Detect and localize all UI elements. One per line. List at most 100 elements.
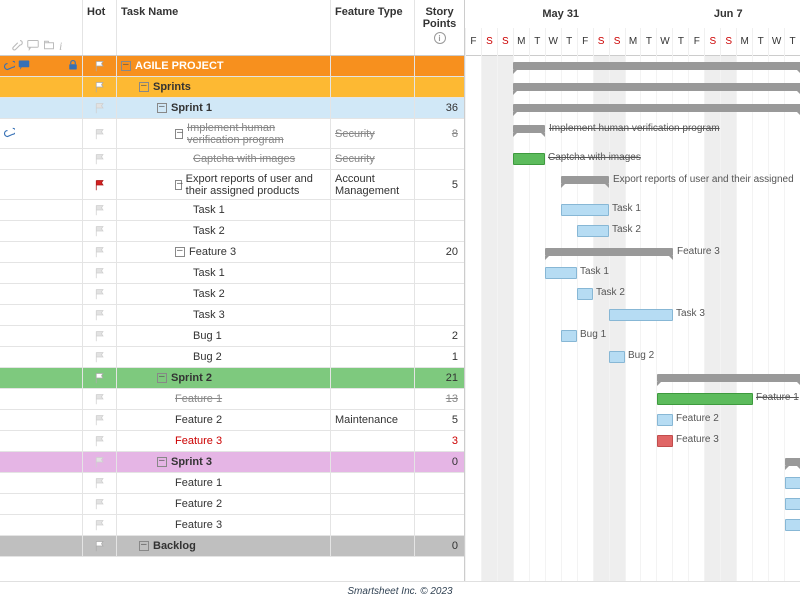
story-points-cell[interactable] <box>414 77 464 97</box>
feature-type-cell[interactable] <box>330 389 414 409</box>
hot-flag[interactable] <box>82 473 116 493</box>
timeline-row[interactable]: Feature 1 <box>465 389 800 410</box>
hot-flag[interactable] <box>82 284 116 304</box>
feature-type-cell[interactable]: Security <box>330 119 414 148</box>
task-name-cell[interactable]: Feature 3 <box>116 242 330 262</box>
hot-flag[interactable] <box>82 389 116 409</box>
timeline-row[interactable]: Feature 3 <box>465 242 800 263</box>
row-sp1[interactable]: Sprint 136 <box>0 98 464 119</box>
feature-type-cell[interactable] <box>330 77 414 97</box>
hot-flag[interactable] <box>82 410 116 430</box>
task-name-cell[interactable]: Backlog <box>116 536 330 556</box>
story-points-cell[interactable]: 3 <box>414 431 464 451</box>
row-r7[interactable]: Task 1 <box>0 263 464 284</box>
story-points-cell[interactable]: 0 <box>414 536 464 556</box>
gantt-bar[interactable]: Task 1 <box>561 204 609 216</box>
hot-flag[interactable] <box>82 263 116 283</box>
gantt-bar[interactable]: Export reports of user and their assigne… <box>561 176 609 184</box>
timeline-row[interactable]: Task 3 <box>465 305 800 326</box>
feature-type-cell[interactable] <box>330 536 414 556</box>
hot-flag[interactable] <box>82 326 116 346</box>
hot-flag[interactable] <box>82 494 116 514</box>
story-points-cell[interactable] <box>414 305 464 325</box>
collapse-toggle[interactable] <box>139 82 149 92</box>
gantt-bar[interactable]: Implement human verification program <box>513 125 545 133</box>
timeline-body[interactable]: Sprint 1 Implement human verification pro… <box>465 56 800 581</box>
hot-flag[interactable] <box>82 221 116 241</box>
timeline-row[interactable] <box>465 536 800 557</box>
task-name-cell[interactable]: Sprint 3 <box>116 452 330 472</box>
hot-flag[interactable] <box>82 119 116 148</box>
timeline-row[interactable] <box>465 494 800 515</box>
gantt-bar[interactable]: Sprint 1 <box>513 104 800 112</box>
feature-type-cell[interactable]: Security <box>330 149 414 169</box>
hot-flag[interactable] <box>82 368 116 388</box>
hot-flag[interactable] <box>82 431 116 451</box>
timeline-row[interactable]: Export reports of user and their assigne… <box>465 170 800 200</box>
timeline-row[interactable]: Bug 2 <box>465 347 800 368</box>
task-name-cell[interactable]: Bug 1 <box>116 326 330 346</box>
row-r2[interactable]: Captcha with imagesSecurity <box>0 149 464 170</box>
row-r16[interactable]: Feature 2 <box>0 494 464 515</box>
story-points-cell[interactable] <box>414 56 464 76</box>
hot-flag[interactable] <box>82 98 116 118</box>
hot-flag[interactable] <box>82 305 116 325</box>
feature-type-cell[interactable] <box>330 473 414 493</box>
gantt-bar[interactable]: Task 2 <box>577 225 609 237</box>
timeline-row[interactable]: Captcha with images <box>465 149 800 170</box>
row-sprints[interactable]: Sprints <box>0 77 464 98</box>
lock-icon[interactable] <box>67 59 79 74</box>
collapse-toggle[interactable] <box>175 180 182 190</box>
hot-flag[interactable] <box>82 452 116 472</box>
row-sp3[interactable]: Sprint 3 0 <box>0 452 464 473</box>
feature-type-cell[interactable] <box>330 452 414 472</box>
col-feature-type[interactable]: Feature Type <box>330 0 414 55</box>
hot-flag[interactable] <box>82 77 116 97</box>
timeline-row[interactable] <box>465 56 800 77</box>
gantt-bar[interactable] <box>785 498 800 510</box>
story-points-cell[interactable]: 8 <box>414 119 464 148</box>
feature-type-cell[interactable] <box>330 263 414 283</box>
feature-type-cell[interactable] <box>330 242 414 262</box>
task-name-cell[interactable]: Task 1 <box>116 263 330 283</box>
feature-type-cell[interactable] <box>330 515 414 535</box>
task-name-cell[interactable]: Feature 1 <box>116 389 330 409</box>
story-points-cell[interactable]: 36 <box>414 98 464 118</box>
task-name-cell[interactable]: AGILE PROJECT <box>116 56 330 76</box>
row-r17[interactable]: Feature 3 <box>0 515 464 536</box>
chat-icon[interactable] <box>18 59 30 74</box>
task-name-cell[interactable]: Feature 2 <box>116 410 330 430</box>
e-icon[interactable] <box>3 126 15 141</box>
row-r14[interactable]: Feature 33 <box>0 431 464 452</box>
timeline-row[interactable]: Sprint 2 <box>465 368 800 389</box>
timeline-row[interactable]: Sprint 1 <box>465 98 800 119</box>
grid-body[interactable]: AGILE PROJECTSprintsSprint 136Implement … <box>0 56 464 581</box>
timeline-row[interactable] <box>465 473 800 494</box>
timeline-row[interactable] <box>465 515 800 536</box>
feature-type-cell[interactable] <box>330 347 414 367</box>
e-icon[interactable] <box>3 59 15 74</box>
col-story-points[interactable]: Story Points i <box>414 0 464 55</box>
story-points-cell[interactable]: 0 <box>414 452 464 472</box>
feature-type-cell[interactable] <box>330 98 414 118</box>
gantt-bar[interactable]: Feature 1 <box>657 393 753 405</box>
timeline-row[interactable]: Implement human verification program <box>465 119 800 149</box>
story-points-cell[interactable] <box>414 149 464 169</box>
timeline-row[interactable]: Task 1 <box>465 200 800 221</box>
row-r9[interactable]: Task 3 <box>0 305 464 326</box>
task-name-cell[interactable]: Feature 1 <box>116 473 330 493</box>
gantt-bar[interactable] <box>513 83 800 91</box>
story-points-cell[interactable]: 5 <box>414 410 464 430</box>
story-points-cell[interactable] <box>414 473 464 493</box>
timeline-row[interactable]: Bug 1 <box>465 326 800 347</box>
timeline-row[interactable]: Feature 3 <box>465 431 800 452</box>
col-task-name[interactable]: Task Name <box>116 0 330 55</box>
feature-type-cell[interactable]: Maintenance <box>330 410 414 430</box>
feature-type-cell[interactable] <box>330 326 414 346</box>
hot-flag[interactable] <box>82 536 116 556</box>
story-points-cell[interactable]: 20 <box>414 242 464 262</box>
collapse-toggle[interactable] <box>175 129 183 139</box>
gantt-bar[interactable]: Feature 3 <box>545 248 673 256</box>
row-r11[interactable]: Bug 21 <box>0 347 464 368</box>
task-name-cell[interactable]: Task 2 <box>116 221 330 241</box>
